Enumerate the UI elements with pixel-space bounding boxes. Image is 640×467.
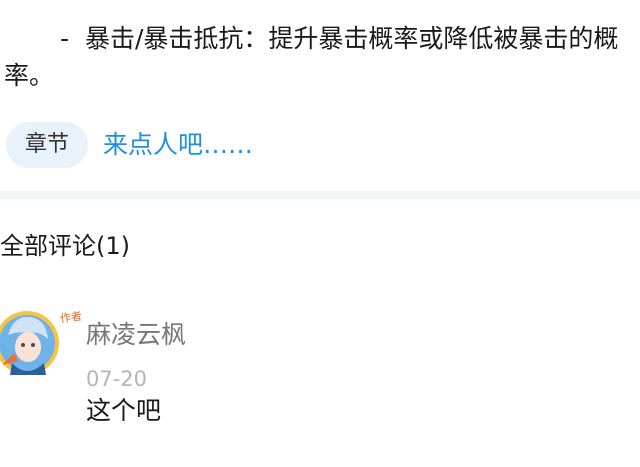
chapter-tag[interactable]: 章节	[6, 122, 88, 168]
article-section: - 暴击/暴击抵抗：提升暴击概率或降低被暴击的概率。 章节 来点人吧……	[0, 0, 640, 190]
avatar[interactable]	[0, 305, 60, 381]
author-badge: 作者	[59, 309, 83, 326]
article-paragraph: - 暴击/暴击抵抗：提升暴击概率或降低被暴击的概率。	[4, 20, 624, 94]
comments-title: 全部评论(1)	[0, 232, 130, 260]
comment-author[interactable]: 麻凌云枫	[86, 315, 186, 355]
paragraph-dash: -	[60, 24, 70, 53]
comment-text: 这个吧	[86, 396, 162, 425]
comment-item[interactable]: 作者 麻凌云枫 07-20 这个吧	[0, 305, 640, 455]
paragraph-text: 暴击/暴击抵抗：提升暴击概率或降低被暴击的概率。	[4, 24, 619, 90]
comment-date: 07-20	[86, 367, 148, 387]
chapter-row: 章节 来点人吧……	[0, 122, 640, 170]
section-divider	[0, 191, 640, 199]
chapter-link[interactable]: 来点人吧……	[103, 122, 253, 168]
avatar-image	[0, 311, 59, 375]
